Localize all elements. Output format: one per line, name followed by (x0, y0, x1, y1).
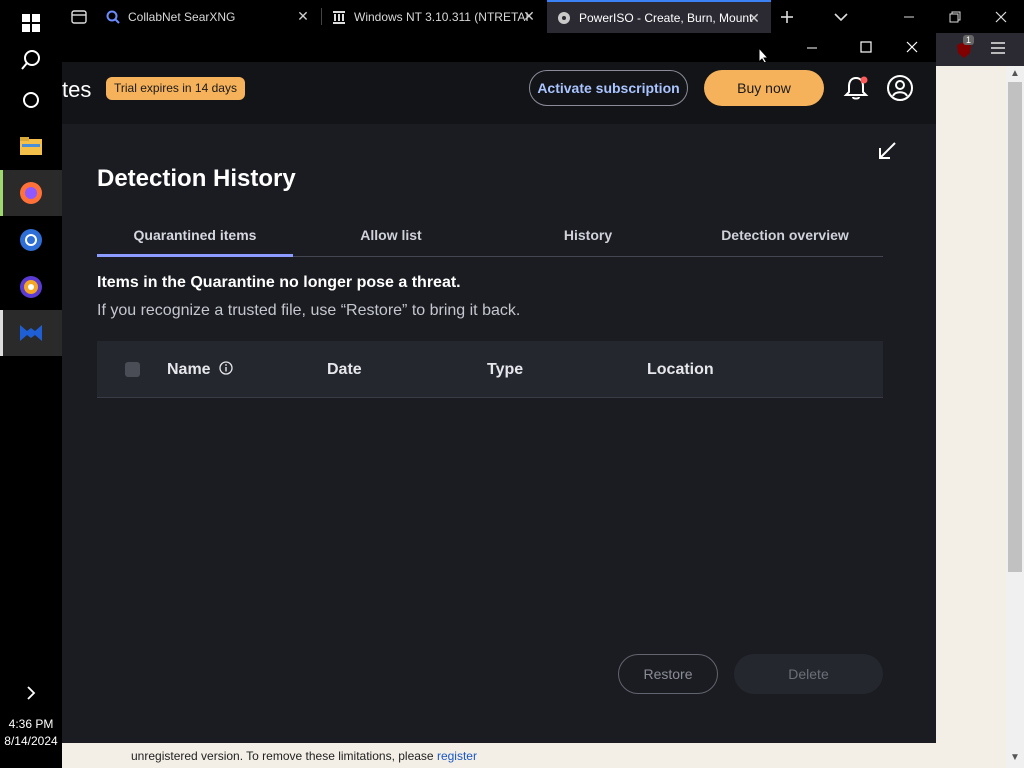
firefox-icon (20, 182, 42, 204)
brand-name: tes (62, 77, 92, 102)
column-name-label: Name (167, 361, 211, 378)
chevron-down-icon (834, 12, 848, 21)
tab-tray-icon (71, 9, 87, 24)
disc-icon (558, 11, 570, 24)
plus-icon (781, 10, 793, 23)
folder-icon (20, 137, 42, 155)
browser-minimize-button[interactable] (886, 0, 932, 33)
app-maximize-button[interactable] (860, 40, 872, 58)
delete-button[interactable]: Delete (734, 654, 883, 694)
ublock-extension-button[interactable]: 1 (954, 35, 975, 60)
close-icon[interactable]: ✕ (522, 9, 536, 23)
app-menu-button[interactable] (990, 41, 1010, 59)
chromium-icon (20, 229, 42, 251)
extension-badge: 1 (963, 35, 975, 45)
scroll-thumb[interactable] (1008, 82, 1022, 572)
page-footer-text: unregistered version. To remove these li… (62, 743, 936, 768)
tab-allow-list[interactable]: Allow list (293, 219, 489, 257)
notifications-button[interactable] (842, 74, 870, 102)
cortana-icon (23, 92, 39, 108)
new-tab-button[interactable] (770, 0, 804, 33)
register-link[interactable]: register (437, 749, 477, 763)
browser-tab-1[interactable]: CollabNet SearXNG ✕ (96, 0, 320, 33)
search-icon (21, 50, 40, 70)
trial-badge[interactable]: Trial expires in 14 days (106, 77, 245, 100)
app-close-button[interactable] (906, 40, 918, 58)
restore-icon (949, 11, 961, 22)
tab-quarantined-items[interactable]: Quarantined items (97, 219, 293, 257)
activate-subscription-button[interactable]: Activate subscription (529, 70, 688, 106)
clock-time: 4:36 PM (8, 717, 54, 731)
browser-tabstrip: CollabNet SearXNG ✕ Windows NT 3.10.311 … (62, 0, 1024, 33)
taskbar-malwarebytes[interactable] (0, 310, 62, 356)
close-icon (906, 41, 918, 53)
page-title: Detection History (97, 165, 296, 192)
taskbar-file-explorer[interactable] (0, 123, 62, 169)
taskbar-chrome[interactable] (0, 217, 62, 263)
footer-message: unregistered version. To remove these li… (131, 749, 434, 763)
user-avatar-icon (887, 75, 913, 101)
tab-overview-button[interactable] (62, 0, 96, 33)
minimize-icon (904, 16, 914, 17)
system-clock[interactable]: 4:36 PM 8/14/2024 (0, 716, 62, 750)
column-header-location[interactable]: Location (647, 341, 714, 398)
buy-now-button[interactable]: Buy now (704, 70, 824, 106)
list-all-tabs-button[interactable] (824, 0, 858, 33)
quarantine-info-text: If you recognize a trusted file, use “Re… (97, 302, 521, 319)
taskbar: 4:36 PM 8/14/2024 (0, 0, 62, 768)
active-indicator (0, 310, 3, 356)
malwarebytes-icon (20, 325, 42, 341)
tab-history[interactable]: History (490, 219, 686, 257)
taskbar-brave[interactable] (0, 264, 62, 310)
account-button[interactable] (886, 74, 914, 102)
app-minimize-button[interactable] (806, 41, 818, 59)
restore-button[interactable]: Restore (618, 654, 718, 694)
browser-tab-3[interactable]: PowerISO - Create, Burn, Mount ✕ (547, 0, 771, 33)
tab-title: CollabNet SearXNG (128, 9, 236, 24)
browser-toolbar: 1 (936, 33, 1024, 66)
close-icon[interactable]: ✕ (747, 11, 761, 25)
tab-detection-overview[interactable]: Detection overview (687, 219, 883, 257)
app-titlebar (62, 33, 936, 65)
chevron-right-icon (27, 686, 36, 700)
select-all-checkbox[interactable] (125, 362, 140, 377)
clock-date: 8/14/2024 (4, 734, 58, 748)
windows-logo-icon (22, 14, 40, 32)
search-icon (106, 10, 120, 24)
minimize-icon (807, 47, 817, 49)
browser-tab-2[interactable]: Windows NT 3.10.311 (NTRETAIL ✕ (322, 0, 546, 33)
malwarebytes-window: tes Trial expires in 14 days Activate su… (62, 33, 936, 743)
scroll-down-icon[interactable]: ▼ (1010, 752, 1020, 763)
quarantine-table-header: Name Date Type Location (97, 341, 883, 398)
tab-title: Windows NT 3.10.311 (NTRETAIL (354, 9, 529, 24)
maximize-icon (860, 41, 872, 53)
column-header-name[interactable]: Name (167, 341, 233, 398)
task-view-button[interactable] (0, 77, 62, 123)
column-header-date[interactable]: Date (327, 341, 362, 398)
detection-tabs: Quarantined items Allow list History Det… (97, 219, 883, 257)
show-more-button[interactable] (0, 670, 62, 716)
collapse-button[interactable] (875, 139, 899, 163)
browser-restore-button[interactable] (932, 0, 978, 33)
quarantine-info-heading: Items in the Quarantine no longer pose a… (97, 274, 461, 291)
browser-icon (20, 276, 42, 298)
column-header-type[interactable]: Type (487, 341, 523, 398)
close-icon (995, 11, 1007, 22)
page-scrollbar[interactable]: ▲ ▼ (1006, 66, 1024, 768)
active-indicator (0, 170, 3, 216)
browser-close-button[interactable] (978, 0, 1024, 33)
close-icon[interactable]: ✕ (296, 9, 310, 23)
library-icon (333, 10, 345, 24)
tab-title: PowerISO - Create, Burn, Mount (579, 10, 753, 25)
scroll-up-icon[interactable]: ▲ (1010, 68, 1020, 79)
bell-icon (843, 76, 869, 100)
hamburger-menu-icon (991, 42, 1005, 54)
arrow-down-left-icon (879, 142, 896, 159)
info-icon[interactable] (219, 361, 233, 375)
taskbar-firefox[interactable] (0, 170, 62, 216)
